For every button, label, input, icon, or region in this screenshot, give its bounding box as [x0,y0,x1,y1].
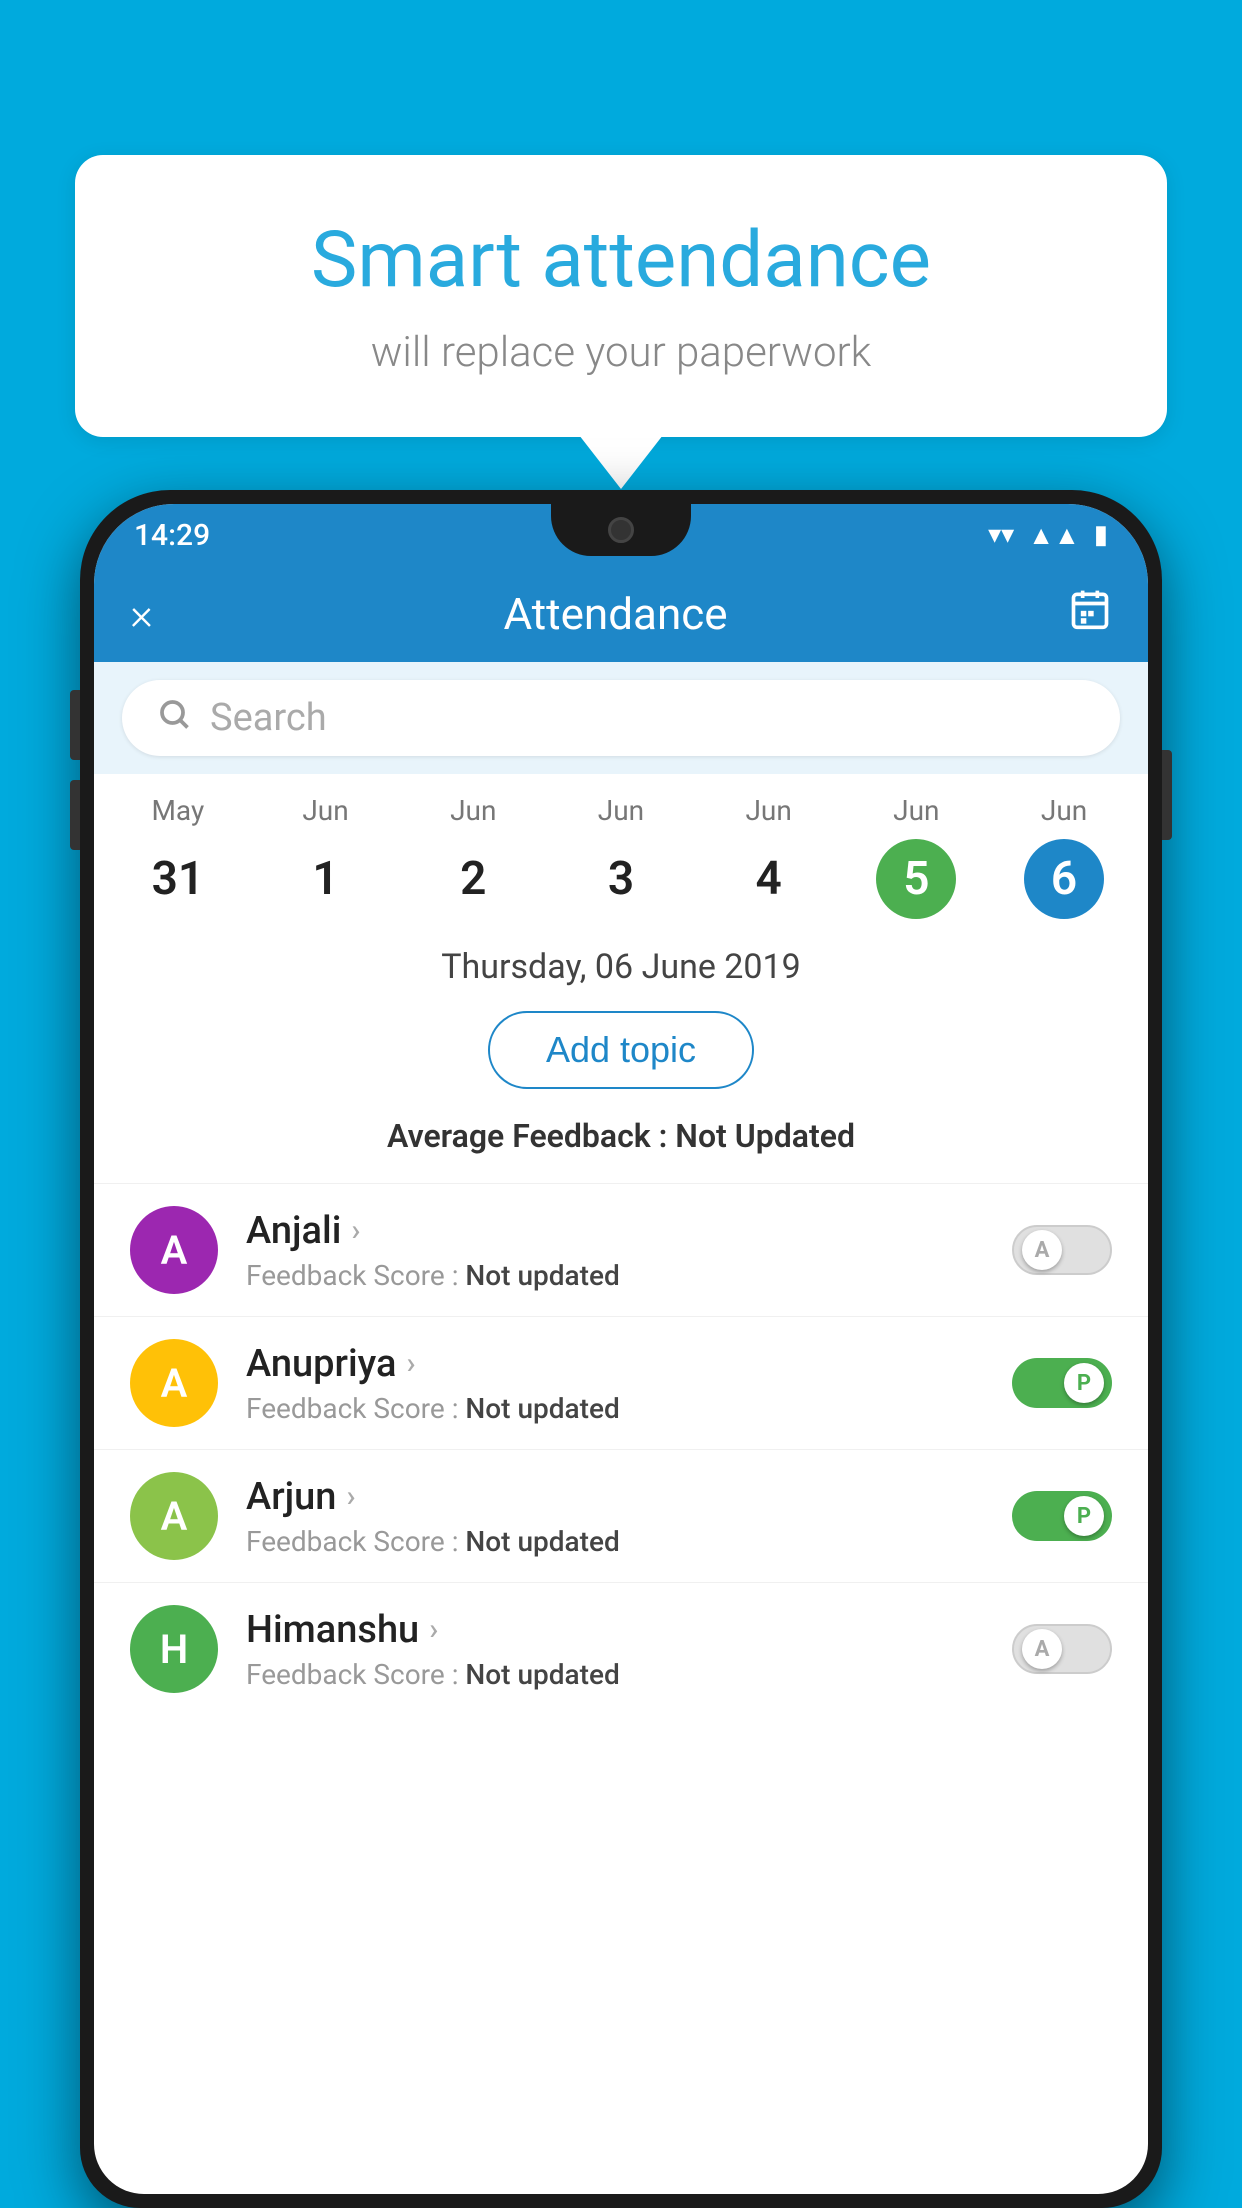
chevron-right-icon: › [406,1346,415,1381]
calendar-dates: May 31 Jun 1 Jun 2 Jun 3 Jun 4 [104,794,1138,919]
student-name: Himanshu › [246,1608,984,1652]
student-item[interactable]: H Himanshu › Feedback Score : Not update… [94,1582,1148,1715]
speech-bubble-container: Smart attendance will replace your paper… [75,155,1167,437]
app-bar: × Attendance [94,566,1148,662]
search-container: Search [94,662,1148,774]
power-button [1162,750,1172,840]
date-month: May [151,794,204,827]
student-item[interactable]: A Arjun › Feedback Score : Not updated P [94,1449,1148,1582]
date-day: 4 [729,839,809,919]
date-item-jun1[interactable]: Jun 1 [278,794,374,919]
avatar: A [130,1339,218,1427]
toggle-knob: P [1064,1496,1104,1536]
feedback-score: Feedback Score : Not updated [246,1658,984,1691]
chevron-right-icon: › [351,1213,360,1248]
date-day: 31 [138,839,218,919]
signal-icon: ▲▲ [1028,520,1079,551]
volume-down-button [70,780,80,850]
student-list: A Anjali › Feedback Score : Not updated … [94,1183,1148,1715]
status-time: 14:29 [134,518,210,553]
calendar-icon[interactable] [1068,587,1112,641]
attendance-toggle[interactable]: P [1012,1358,1112,1408]
search-bar[interactable]: Search [122,680,1120,756]
chevron-right-icon: › [429,1612,438,1647]
date-month: Jun [302,794,348,827]
date-day-selected: 6 [1024,839,1104,919]
date-month: Jun [893,794,939,827]
speech-subtitle: will replace your paperwork [155,328,1087,377]
toggle-knob: A [1022,1629,1062,1669]
student-info: Arjun › Feedback Score : Not updated [246,1475,984,1558]
selected-date: Thursday, 06 June 2019 [130,947,1112,987]
attendance-toggle[interactable]: A [1012,1225,1112,1275]
calendar-strip: May 31 Jun 1 Jun 2 Jun 3 Jun 4 [94,774,1148,919]
phone-frame: 14:29 ▾▾ ▲▲ ▮ × Attendance [80,490,1162,2208]
camera [608,517,634,543]
date-day: 2 [433,839,513,919]
date-day: 1 [286,839,366,919]
date-item-jun4[interactable]: Jun 4 [721,794,817,919]
feedback-score: Feedback Score : Not updated [246,1259,984,1292]
avg-feedback-label: Average Feedback : [387,1117,667,1155]
student-item[interactable]: A Anjali › Feedback Score : Not updated … [94,1183,1148,1316]
volume-up-button [70,690,80,760]
date-month: Jun [598,794,644,827]
app-bar-title: Attendance [193,588,1038,640]
avg-feedback-value: Not Updated [675,1117,855,1155]
speech-title: Smart attendance [155,215,1087,306]
date-month: Jun [1041,794,1087,827]
student-name: Anupriya › [246,1342,984,1386]
content-area: Thursday, 06 June 2019 Add topic Average… [94,919,1148,1155]
student-name: Arjun › [246,1475,984,1519]
search-input[interactable]: Search [210,696,327,740]
close-button[interactable]: × [130,592,153,636]
avatar: H [130,1605,218,1693]
date-item-jun6[interactable]: Jun 6 [1016,794,1112,919]
date-item-jun3[interactable]: Jun 3 [573,794,669,919]
chevron-right-icon: › [346,1479,355,1514]
toggle-knob: P [1064,1363,1104,1403]
date-month: Jun [745,794,791,827]
date-month: Jun [450,794,496,827]
feedback-score: Feedback Score : Not updated [246,1392,984,1425]
date-day-today: 5 [876,839,956,919]
toggle-knob: A [1022,1230,1062,1270]
avatar: A [130,1206,218,1294]
avatar: A [130,1472,218,1560]
wifi-icon: ▾▾ [988,520,1014,550]
phone-screen: 14:29 ▾▾ ▲▲ ▮ × Attendance [94,504,1148,2194]
status-icons: ▾▾ ▲▲ ▮ [988,520,1108,551]
attendance-toggle[interactable]: P [1012,1491,1112,1541]
battery-icon: ▮ [1094,520,1108,550]
date-day: 3 [581,839,661,919]
notch [551,504,691,556]
student-info: Anupriya › Feedback Score : Not updated [246,1342,984,1425]
add-topic-button[interactable]: Add topic [488,1011,754,1089]
student-info: Anjali › Feedback Score : Not updated [246,1209,984,1292]
search-icon [156,696,192,741]
attendance-toggle[interactable]: A [1012,1624,1112,1674]
student-info: Himanshu › Feedback Score : Not updated [246,1608,984,1691]
student-name: Anjali › [246,1209,984,1253]
avg-feedback: Average Feedback : Not Updated [130,1117,1112,1155]
date-item-jun5[interactable]: Jun 5 [868,794,964,919]
student-item[interactable]: A Anupriya › Feedback Score : Not update… [94,1316,1148,1449]
date-item-may31[interactable]: May 31 [130,794,226,919]
speech-bubble: Smart attendance will replace your paper… [75,155,1167,437]
feedback-score: Feedback Score : Not updated [246,1525,984,1558]
date-item-jun2[interactable]: Jun 2 [425,794,521,919]
